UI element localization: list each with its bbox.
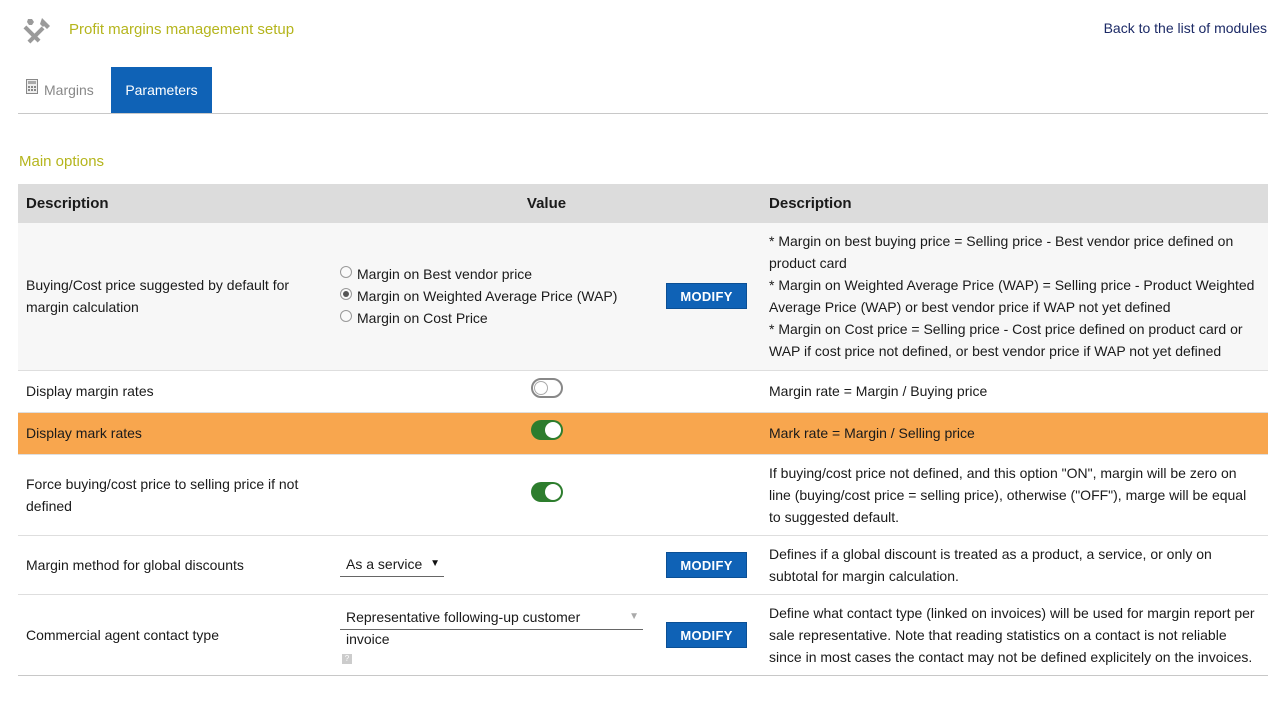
option-value: As a service ▼ [332, 535, 658, 595]
radio-label: Margin on Weighted Average Price (WAP) [357, 288, 618, 305]
table-row: Commercial agent contact type Representa… [18, 594, 1269, 676]
option-action: MODIFY [658, 223, 762, 371]
option-label: Force buying/cost price to selling price… [18, 454, 332, 536]
option-value [332, 412, 762, 455]
table-row: Margin method for global discounts As a … [18, 535, 1269, 595]
option-help: Defines if a global discount is treated … [761, 535, 1269, 595]
radio-button[interactable] [340, 266, 352, 279]
section-title: Main options [19, 153, 105, 170]
discount-method-select[interactable]: As a service ▼ [340, 553, 444, 577]
radio-best-vendor[interactable]: Margin on Best vendor price [340, 263, 650, 285]
radio-cost-price[interactable]: Margin on Cost Price [340, 307, 650, 329]
option-help: Mark rate = Margin / Selling price [761, 412, 1269, 455]
option-help: Margin rate = Margin / Buying price [761, 370, 1269, 413]
margin-rates-toggle[interactable] [530, 378, 563, 398]
modify-button[interactable]: MODIFY [666, 283, 747, 310]
tools-icon [23, 18, 50, 44]
modify-button[interactable]: MODIFY [666, 551, 747, 578]
back-to-modules-link[interactable]: Back to the list of modules [1104, 20, 1267, 36]
table-row: Force buying/cost price to selling price… [18, 454, 1269, 536]
option-value [332, 370, 762, 413]
calculator-icon [26, 79, 38, 94]
dropdown-caret-icon: ▼ [629, 610, 639, 622]
option-label: Display mark rates [18, 412, 332, 455]
table-row: Display mark rates Mark rate = Margin / … [18, 412, 1269, 455]
tab-margins[interactable]: Margins [24, 67, 109, 113]
option-value [332, 454, 762, 536]
radio-button[interactable] [340, 288, 352, 301]
option-help: If buying/cost price not defined, and th… [761, 454, 1269, 536]
select-value: Representative following-up customer inv… [346, 608, 581, 647]
mark-rates-toggle[interactable] [530, 420, 563, 440]
help-line: * Margin on best buying price = Selling … [769, 233, 1234, 272]
options-table: Description Value Description Buying/Cos… [18, 184, 1269, 676]
help-line: * Margin on Cost price = Selling price -… [769, 321, 1243, 360]
radio-button[interactable] [340, 310, 352, 323]
header-help: Description [761, 184, 1269, 223]
option-action: MODIFY [658, 535, 762, 595]
header-value: Value [332, 184, 762, 223]
tab-parameters[interactable]: Parameters [111, 67, 212, 113]
option-label: Margin method for global discounts [18, 535, 332, 595]
radio-wap[interactable]: Margin on Weighted Average Price (WAP) [340, 285, 650, 307]
option-help: * Margin on best buying price = Selling … [761, 223, 1269, 371]
page-header: Profit margins management setup Back to … [18, 12, 1267, 52]
select-value: As a service [346, 555, 423, 572]
help-icon[interactable]: ? [342, 653, 352, 664]
radio-label: Margin on Best vendor price [357, 266, 533, 283]
option-action: MODIFY [658, 594, 762, 676]
dropdown-caret-icon: ▼ [430, 557, 440, 569]
force-price-toggle[interactable] [530, 481, 563, 502]
option-label: Buying/Cost price suggested by default f… [18, 223, 332, 371]
table-header-row: Description Value Description [18, 184, 1269, 223]
option-label: Commercial agent contact type [18, 594, 332, 676]
help-line: * Margin on Weighted Average Price (WAP)… [769, 277, 1255, 316]
toggle-knob [533, 381, 548, 395]
toggle-knob [544, 483, 561, 500]
option-value: Representative following-up customer inv… [332, 594, 658, 676]
option-value: Margin on Best vendor price Margin on We… [332, 223, 658, 371]
radio-label: Margin on Cost Price [357, 310, 488, 327]
tab-bar: Margins Parameters [18, 67, 1268, 114]
header-description: Description [18, 184, 332, 223]
table-row: Display margin rates Margin rate = Margi… [18, 370, 1269, 413]
tab-margins-label: Margins [44, 82, 94, 98]
table-row: Buying/Cost price suggested by default f… [18, 223, 1269, 371]
page-title: Profit margins management setup [69, 21, 295, 38]
modify-button[interactable]: MODIFY [666, 621, 747, 648]
option-label: Display margin rates [18, 370, 332, 413]
option-help: Define what contact type (linked on invo… [761, 594, 1269, 676]
contact-type-select[interactable]: Representative following-up customer inv… [340, 606, 643, 647]
toggle-knob [544, 422, 561, 438]
